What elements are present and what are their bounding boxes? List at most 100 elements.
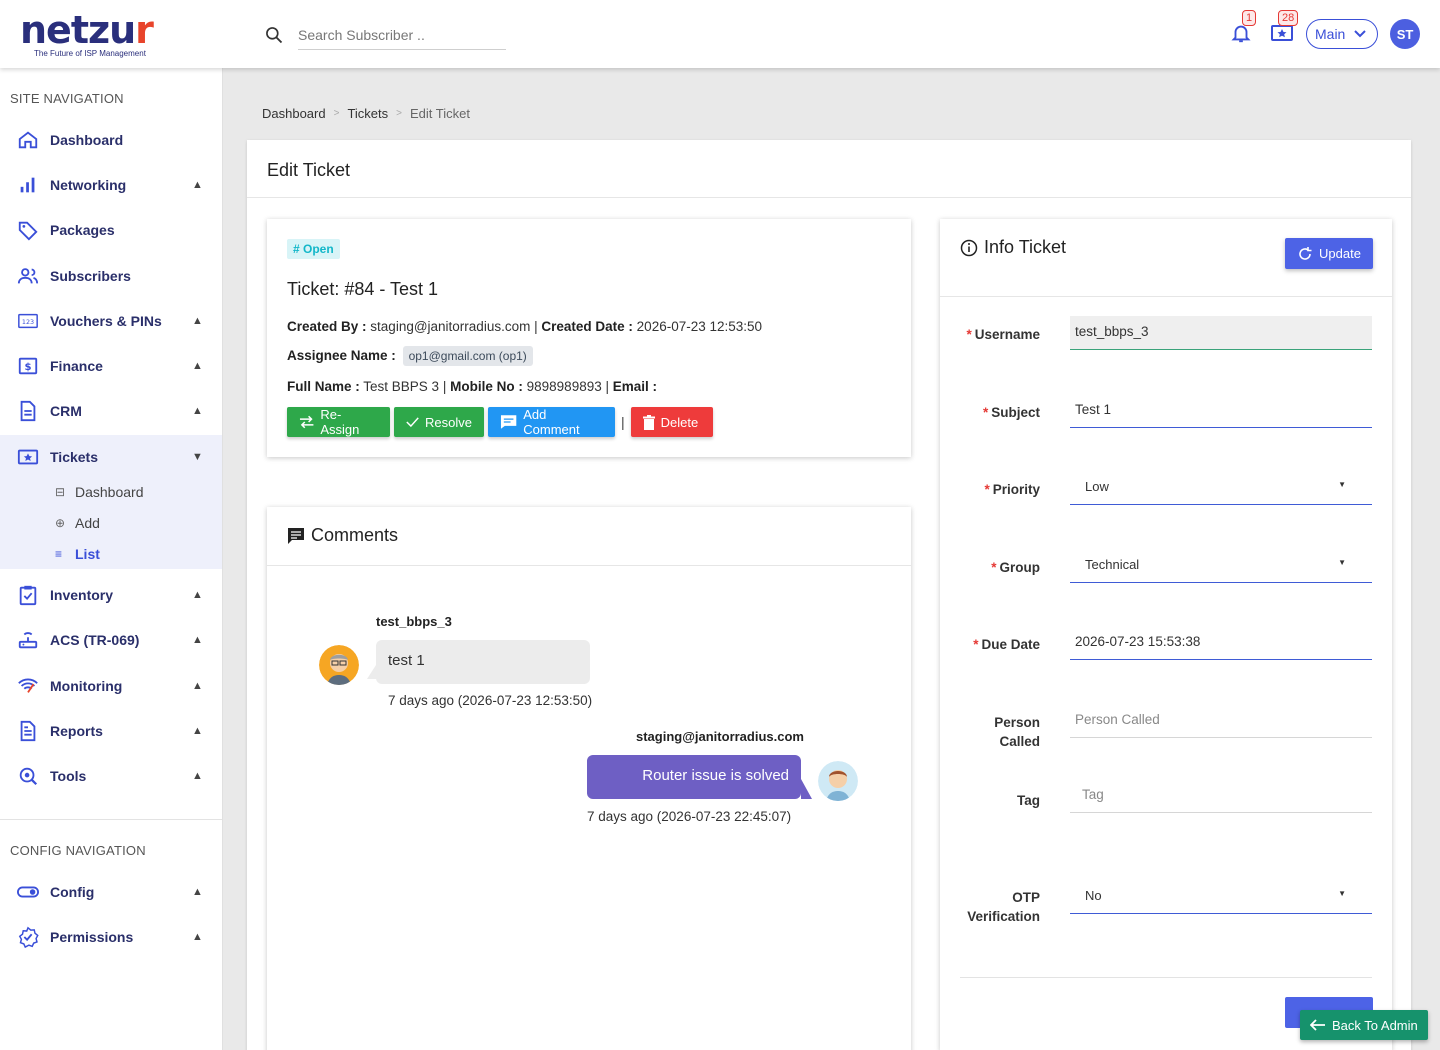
priority-label-text: Priority — [992, 482, 1040, 497]
sidebar-item-acs[interactable]: ACS (TR-069) ▲ — [0, 618, 222, 662]
comments-card: Comments test_bbps_3 test 1 7 days ago (… — [267, 507, 911, 1050]
mobile-value: 9898989893 — [526, 379, 602, 394]
group-select[interactable]: Technical ▼ — [1070, 549, 1372, 583]
portal-select[interactable]: Main — [1306, 19, 1378, 49]
caret-up-icon: ▲ — [192, 770, 203, 782]
resolve-button[interactable]: Resolve — [394, 407, 484, 437]
sidebar-subitem-tickets-list[interactable]: ≡ List — [0, 538, 222, 569]
breadcrumb-current: Edit Ticket — [410, 106, 470, 121]
info-ticket-heading: Info Ticket — [960, 237, 1066, 258]
otp-value: No — [1085, 888, 1102, 903]
sidebar-item-crm[interactable]: CRM ▲ — [0, 389, 222, 433]
tools-icon — [19, 767, 38, 786]
router-icon — [18, 632, 38, 649]
breadcrumb-separator: > — [396, 108, 402, 119]
comment-bubble: test 1 — [376, 640, 590, 684]
priority-select[interactable]: Low ▼ — [1070, 471, 1372, 505]
dollar-icon: $ — [18, 357, 38, 375]
swap-icon — [299, 415, 314, 429]
sidebar-item-finance[interactable]: $ Finance ▲ — [0, 344, 222, 388]
person-called-input[interactable]: Person Called — [1070, 704, 1372, 738]
sidebar-item-subscribers[interactable]: Subscribers — [0, 254, 222, 298]
subject-field[interactable]: Test 1 — [1070, 394, 1372, 428]
sidebar-item-vouchers[interactable]: 123 Vouchers & PINs ▲ — [0, 299, 222, 343]
due-date-field[interactable]: 2026-07-23 15:53:38 — [1070, 626, 1372, 660]
home-icon — [18, 131, 38, 149]
arrow-left-icon — [1310, 1019, 1325, 1031]
caret-up-icon: ▲ — [192, 589, 203, 601]
update-button[interactable]: Update — [1285, 238, 1373, 269]
tag-input[interactable]: Tag — [1070, 779, 1372, 813]
resolve-label: Resolve — [425, 414, 472, 430]
dashboard-icon: ⊟ — [55, 485, 66, 499]
sidebar-item-label: Monitoring — [50, 678, 123, 694]
otp-verification-select[interactable]: No ▼ — [1070, 880, 1372, 914]
sidebar-item-inventory[interactable]: Inventory ▲ — [0, 573, 222, 617]
back-to-admin-button[interactable]: Back To Admin — [1300, 1010, 1428, 1040]
logo-tagline: The Future of ISP Management — [34, 49, 146, 58]
sidebar-item-monitoring[interactable]: Monitoring ▲ — [0, 664, 222, 708]
edit-ticket-card: Edit Ticket # Open Ticket: #84 - Test 1 … — [247, 140, 1411, 1050]
full-name-value: Test BBPS 3 — [363, 379, 440, 394]
bubble-tail — [801, 779, 812, 799]
sidebar-item-networking[interactable]: Networking ▲ — [0, 163, 222, 207]
caret-up-icon: ▲ — [192, 315, 203, 327]
sidebar-item-packages[interactable]: Packages — [0, 208, 222, 252]
group-label-text: Group — [999, 560, 1041, 575]
add-comment-button[interactable]: Add Comment — [488, 407, 615, 437]
sidebar-divider — [0, 819, 222, 820]
sidebar-subitem-tickets-add[interactable]: ⊕ Add — [0, 507, 222, 538]
separator: | — [534, 319, 538, 334]
notifications-button[interactable]: 1 — [1230, 10, 1257, 49]
divider — [247, 197, 1411, 198]
comments-heading: Comments — [287, 525, 398, 546]
customer-info: Full Name : Test BBPS 3 | Mobile No : 98… — [287, 379, 657, 394]
portal-select-label: Main — [1315, 26, 1346, 42]
group-value: Technical — [1085, 557, 1140, 572]
site-navigation-heading: SITE NAVIGATION — [10, 91, 124, 106]
sidebar-item-dashboard[interactable]: Dashboard — [0, 118, 222, 162]
sidebar-item-permissions[interactable]: Permissions ▲ — [0, 915, 222, 959]
ticket-actions: Re-Assign Resolve Add Comment | Delete — [287, 407, 713, 437]
separator: | — [621, 414, 625, 430]
chevron-down-icon — [1354, 30, 1367, 38]
caret-up-icon: ▲ — [192, 680, 203, 692]
sidebar-item-label: Reports — [50, 723, 103, 739]
search-icon[interactable] — [264, 25, 284, 50]
user-avatar-icon — [319, 645, 359, 685]
username-label-text: Username — [974, 327, 1040, 342]
bar-chart-icon — [20, 177, 35, 193]
config-navigation-heading: CONFIG NAVIGATION — [10, 843, 146, 858]
search-input[interactable] — [298, 20, 506, 50]
reassign-label: Re-Assign — [320, 407, 360, 437]
add-comment-label: Add Comment — [523, 407, 580, 437]
caret-up-icon: ▲ — [192, 360, 203, 372]
reassign-button[interactable]: Re-Assign — [287, 407, 390, 437]
list-icon: ≡ — [55, 547, 63, 561]
sidebar-item-tools[interactable]: Tools ▲ — [0, 754, 222, 798]
tickets-shortcut-button[interactable]: 28 — [1270, 10, 1299, 49]
dropdown-arrow-icon: ▼ — [1338, 889, 1346, 898]
breadcrumb-dashboard[interactable]: Dashboard — [262, 106, 326, 121]
brand-logo[interactable]: netzur The Future of ISP Management — [20, 11, 154, 58]
user-avatar[interactable]: ST — [1390, 19, 1420, 49]
page-title: Edit Ticket — [267, 160, 351, 180]
sidebar-subitem-tickets-dashboard[interactable]: ⊟ Dashboard — [0, 476, 222, 507]
status-badge: # Open — [287, 239, 340, 259]
wifi-monitor-icon — [18, 678, 38, 693]
ticket-title: Ticket: #84 - Test 1 — [287, 279, 439, 299]
sidebar: SITE NAVIGATION Dashboard Networking ▲ P… — [0, 68, 223, 1050]
person-called-label-line2: Called — [999, 734, 1040, 749]
caret-up-icon: ▲ — [192, 886, 203, 898]
tag-icon — [18, 221, 38, 241]
breadcrumb-tickets[interactable]: Tickets — [347, 106, 388, 121]
sidebar-item-reports[interactable]: Reports ▲ — [0, 709, 222, 753]
full-name-label: Full Name : — [287, 379, 360, 394]
dropdown-arrow-icon: ▼ — [1338, 480, 1346, 489]
delete-button[interactable]: Delete — [630, 407, 713, 437]
divider — [267, 565, 911, 566]
users-icon — [17, 268, 39, 284]
sidebar-item-config[interactable]: Config ▲ — [0, 870, 222, 914]
sidebar-item-tickets[interactable]: Tickets ▼ — [0, 435, 222, 479]
priority-value: Low — [1085, 479, 1109, 494]
